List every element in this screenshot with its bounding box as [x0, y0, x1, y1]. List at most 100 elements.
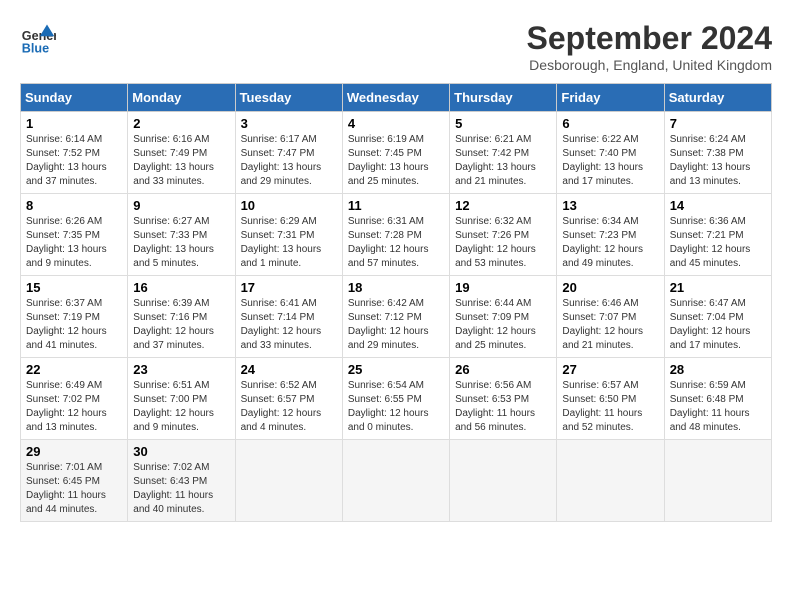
calendar-header-friday: Friday	[557, 84, 664, 112]
calendar-day-cell: 20 Sunrise: 6:46 AM Sunset: 7:07 PM Dayl…	[557, 276, 664, 358]
calendar-week-row: 1 Sunrise: 6:14 AM Sunset: 7:52 PM Dayli…	[21, 112, 772, 194]
day-info: Sunrise: 7:02 AM Sunset: 6:43 PM Dayligh…	[133, 461, 229, 517]
day-number: 23	[133, 362, 229, 377]
calendar-day-cell: 29 Sunrise: 7:01 AM Sunset: 6:45 PM Dayl…	[21, 440, 128, 522]
logo: General Blue	[20, 20, 56, 56]
svg-text:Blue: Blue	[22, 41, 49, 55]
calendar-header-thursday: Thursday	[450, 84, 557, 112]
day-number: 9	[133, 198, 229, 213]
day-number: 7	[670, 116, 766, 131]
calendar-day-cell: 21 Sunrise: 6:47 AM Sunset: 7:04 PM Dayl…	[664, 276, 771, 358]
calendar-day-cell: 28 Sunrise: 6:59 AM Sunset: 6:48 PM Dayl…	[664, 358, 771, 440]
calendar-day-cell: 25 Sunrise: 6:54 AM Sunset: 6:55 PM Dayl…	[342, 358, 449, 440]
day-info: Sunrise: 6:14 AM Sunset: 7:52 PM Dayligh…	[26, 133, 122, 189]
day-info: Sunrise: 6:54 AM Sunset: 6:55 PM Dayligh…	[348, 379, 444, 435]
calendar-day-cell: 9 Sunrise: 6:27 AM Sunset: 7:33 PM Dayli…	[128, 194, 235, 276]
day-info: Sunrise: 6:24 AM Sunset: 7:38 PM Dayligh…	[670, 133, 766, 189]
day-info: Sunrise: 6:26 AM Sunset: 7:35 PM Dayligh…	[26, 215, 122, 271]
location-subtitle: Desborough, England, United Kingdom	[527, 57, 772, 73]
day-number: 21	[670, 280, 766, 295]
day-number: 27	[562, 362, 658, 377]
calendar-header-wednesday: Wednesday	[342, 84, 449, 112]
calendar-day-cell: 1 Sunrise: 6:14 AM Sunset: 7:52 PM Dayli…	[21, 112, 128, 194]
day-number: 11	[348, 198, 444, 213]
day-number: 6	[562, 116, 658, 131]
calendar-header-sunday: Sunday	[21, 84, 128, 112]
calendar-day-cell: 10 Sunrise: 6:29 AM Sunset: 7:31 PM Dayl…	[235, 194, 342, 276]
calendar-day-cell: 13 Sunrise: 6:34 AM Sunset: 7:23 PM Dayl…	[557, 194, 664, 276]
calendar-day-cell: 19 Sunrise: 6:44 AM Sunset: 7:09 PM Dayl…	[450, 276, 557, 358]
calendar-table: SundayMondayTuesdayWednesdayThursdayFrid…	[20, 83, 772, 522]
day-number: 15	[26, 280, 122, 295]
day-number: 17	[241, 280, 337, 295]
calendar-week-row: 15 Sunrise: 6:37 AM Sunset: 7:19 PM Dayl…	[21, 276, 772, 358]
calendar-day-cell: 7 Sunrise: 6:24 AM Sunset: 7:38 PM Dayli…	[664, 112, 771, 194]
page-header: General Blue September 2024 Desborough, …	[20, 20, 772, 73]
calendar-day-cell	[342, 440, 449, 522]
day-info: Sunrise: 6:51 AM Sunset: 7:00 PM Dayligh…	[133, 379, 229, 435]
day-number: 20	[562, 280, 658, 295]
day-info: Sunrise: 6:52 AM Sunset: 6:57 PM Dayligh…	[241, 379, 337, 435]
calendar-day-cell: 15 Sunrise: 6:37 AM Sunset: 7:19 PM Dayl…	[21, 276, 128, 358]
calendar-day-cell: 30 Sunrise: 7:02 AM Sunset: 6:43 PM Dayl…	[128, 440, 235, 522]
calendar-day-cell: 18 Sunrise: 6:42 AM Sunset: 7:12 PM Dayl…	[342, 276, 449, 358]
day-info: Sunrise: 6:16 AM Sunset: 7:49 PM Dayligh…	[133, 133, 229, 189]
calendar-day-cell	[664, 440, 771, 522]
calendar-week-row: 8 Sunrise: 6:26 AM Sunset: 7:35 PM Dayli…	[21, 194, 772, 276]
day-info: Sunrise: 6:37 AM Sunset: 7:19 PM Dayligh…	[26, 297, 122, 353]
day-info: Sunrise: 6:44 AM Sunset: 7:09 PM Dayligh…	[455, 297, 551, 353]
calendar-day-cell: 2 Sunrise: 6:16 AM Sunset: 7:49 PM Dayli…	[128, 112, 235, 194]
calendar-day-cell: 12 Sunrise: 6:32 AM Sunset: 7:26 PM Dayl…	[450, 194, 557, 276]
calendar-week-row: 29 Sunrise: 7:01 AM Sunset: 6:45 PM Dayl…	[21, 440, 772, 522]
day-info: Sunrise: 6:47 AM Sunset: 7:04 PM Dayligh…	[670, 297, 766, 353]
day-info: Sunrise: 6:27 AM Sunset: 7:33 PM Dayligh…	[133, 215, 229, 271]
day-number: 8	[26, 198, 122, 213]
day-number: 12	[455, 198, 551, 213]
calendar-day-cell	[235, 440, 342, 522]
calendar-day-cell	[557, 440, 664, 522]
day-info: Sunrise: 6:49 AM Sunset: 7:02 PM Dayligh…	[26, 379, 122, 435]
day-number: 25	[348, 362, 444, 377]
day-number: 30	[133, 444, 229, 459]
calendar-header-row: SundayMondayTuesdayWednesdayThursdayFrid…	[21, 84, 772, 112]
day-info: Sunrise: 6:46 AM Sunset: 7:07 PM Dayligh…	[562, 297, 658, 353]
day-number: 14	[670, 198, 766, 213]
calendar-week-row: 22 Sunrise: 6:49 AM Sunset: 7:02 PM Dayl…	[21, 358, 772, 440]
day-number: 29	[26, 444, 122, 459]
calendar-day-cell: 24 Sunrise: 6:52 AM Sunset: 6:57 PM Dayl…	[235, 358, 342, 440]
calendar-day-cell: 22 Sunrise: 6:49 AM Sunset: 7:02 PM Dayl…	[21, 358, 128, 440]
month-year-title: September 2024	[527, 20, 772, 57]
day-number: 2	[133, 116, 229, 131]
calendar-day-cell: 16 Sunrise: 6:39 AM Sunset: 7:16 PM Dayl…	[128, 276, 235, 358]
day-info: Sunrise: 6:57 AM Sunset: 6:50 PM Dayligh…	[562, 379, 658, 435]
day-info: Sunrise: 6:22 AM Sunset: 7:40 PM Dayligh…	[562, 133, 658, 189]
calendar-day-cell: 6 Sunrise: 6:22 AM Sunset: 7:40 PM Dayli…	[557, 112, 664, 194]
day-info: Sunrise: 6:59 AM Sunset: 6:48 PM Dayligh…	[670, 379, 766, 435]
day-number: 19	[455, 280, 551, 295]
day-info: Sunrise: 6:32 AM Sunset: 7:26 PM Dayligh…	[455, 215, 551, 271]
calendar-day-cell: 26 Sunrise: 6:56 AM Sunset: 6:53 PM Dayl…	[450, 358, 557, 440]
day-info: Sunrise: 6:19 AM Sunset: 7:45 PM Dayligh…	[348, 133, 444, 189]
day-info: Sunrise: 6:41 AM Sunset: 7:14 PM Dayligh…	[241, 297, 337, 353]
day-info: Sunrise: 6:36 AM Sunset: 7:21 PM Dayligh…	[670, 215, 766, 271]
day-info: Sunrise: 6:42 AM Sunset: 7:12 PM Dayligh…	[348, 297, 444, 353]
calendar-header-saturday: Saturday	[664, 84, 771, 112]
calendar-day-cell: 5 Sunrise: 6:21 AM Sunset: 7:42 PM Dayli…	[450, 112, 557, 194]
day-info: Sunrise: 6:56 AM Sunset: 6:53 PM Dayligh…	[455, 379, 551, 435]
day-number: 5	[455, 116, 551, 131]
day-number: 1	[26, 116, 122, 131]
day-info: Sunrise: 6:17 AM Sunset: 7:47 PM Dayligh…	[241, 133, 337, 189]
calendar-header-tuesday: Tuesday	[235, 84, 342, 112]
day-number: 4	[348, 116, 444, 131]
day-number: 10	[241, 198, 337, 213]
day-info: Sunrise: 6:39 AM Sunset: 7:16 PM Dayligh…	[133, 297, 229, 353]
day-number: 18	[348, 280, 444, 295]
calendar-day-cell: 4 Sunrise: 6:19 AM Sunset: 7:45 PM Dayli…	[342, 112, 449, 194]
day-number: 28	[670, 362, 766, 377]
calendar-day-cell: 3 Sunrise: 6:17 AM Sunset: 7:47 PM Dayli…	[235, 112, 342, 194]
day-number: 13	[562, 198, 658, 213]
day-info: Sunrise: 6:29 AM Sunset: 7:31 PM Dayligh…	[241, 215, 337, 271]
day-number: 26	[455, 362, 551, 377]
title-area: September 2024 Desborough, England, Unit…	[527, 20, 772, 73]
day-number: 22	[26, 362, 122, 377]
